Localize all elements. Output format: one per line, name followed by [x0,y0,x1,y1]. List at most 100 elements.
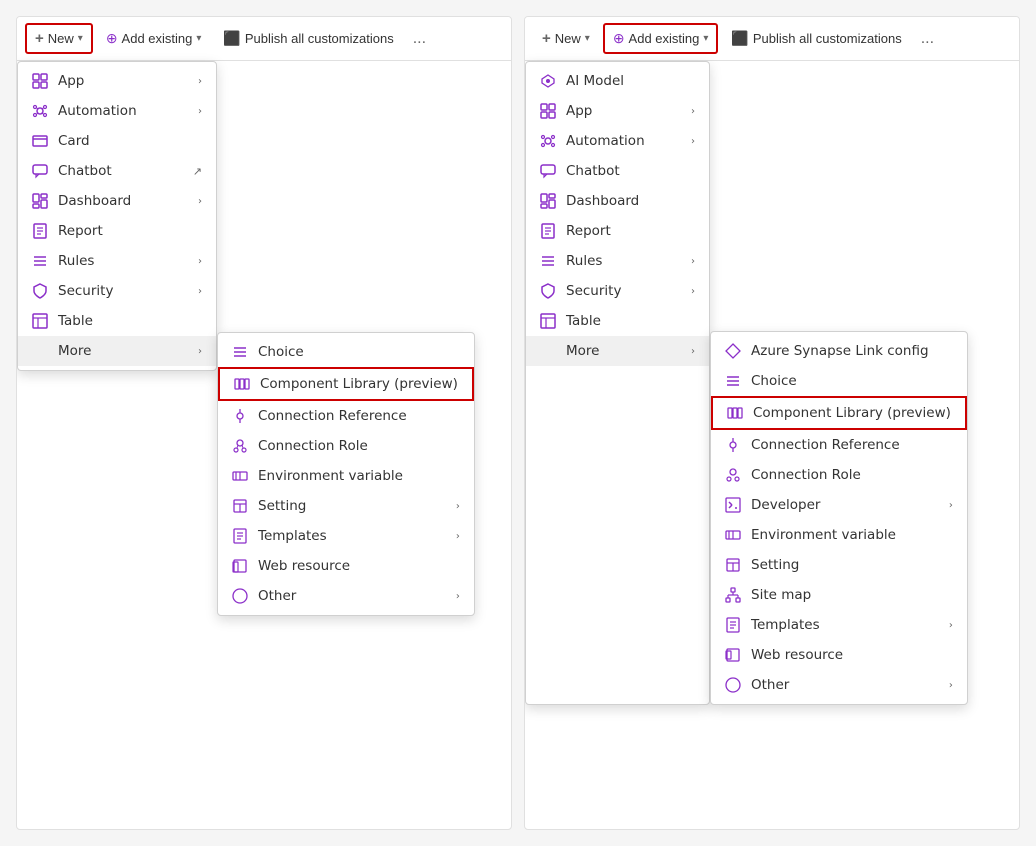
dashboard-label: Dashboard [58,193,188,209]
azure-icon [725,343,741,359]
publish-icon-2: ⬛ [731,30,748,47]
more-label: More [58,343,188,359]
p2-menu-table[interactable]: Table [526,306,709,336]
p2-sub-component[interactable]: Component Library (preview) [711,396,967,430]
p2-menu-app[interactable]: App › [526,96,709,126]
p2-sub-webres[interactable]: Web resource [711,640,967,670]
p2-security-icon [540,283,556,299]
p2-sub-envvar[interactable]: Environment variable [711,520,967,550]
p2-developer-label: Developer [751,497,939,513]
p2-menu-dashboard[interactable]: Dashboard [526,186,709,216]
menu-item-automation[interactable]: Automation › [18,96,216,126]
p2-sub-azure[interactable]: Azure Synapse Link config [711,336,967,366]
toolbar-more-button[interactable]: ... [407,25,432,53]
p2-sub-sitemap[interactable]: Site map [711,580,967,610]
submenu-templates[interactable]: Templates › [218,521,474,551]
p2-chatbot-icon [540,163,556,179]
p2-sub-templates[interactable]: Templates › [711,610,967,640]
p2-menu-automation[interactable]: Automation › [526,126,709,156]
add-existing-chevron-icon: ▾ [196,33,201,44]
new-button-2[interactable]: + New ▾ [533,24,599,53]
security-label: Security [58,283,188,299]
publish-label: Publish all customizations [245,31,394,46]
plus-icon-2: + [542,30,551,47]
submenu-component[interactable]: Component Library (preview) [218,367,474,401]
publish-button[interactable]: ⬛ Publish all customizations [214,24,402,53]
publish-button-2[interactable]: ⬛ Publish all customizations [722,24,910,53]
p2-more-label: More [566,343,681,359]
menu-item-chatbot[interactable]: Chatbot ↗ [18,156,216,186]
p2-table-label: Table [566,313,695,329]
p2-choice-icon [725,373,741,389]
p2-sub-connrole[interactable]: Connection Role [711,460,967,490]
p2-chatbot-label: Chatbot [566,163,695,179]
app-label: App [58,73,188,89]
p2-sitemap-icon [725,587,741,603]
p2-menu-security[interactable]: Security › [526,276,709,306]
menu-item-report[interactable]: Report [18,216,216,246]
other-icon [232,588,248,604]
p2-menu-rules[interactable]: Rules › [526,246,709,276]
add-existing-button-2[interactable]: ⊕ Add existing ▾ [603,23,719,54]
p2-menu-report[interactable]: Report [526,216,709,246]
p2-dashboard-icon [540,193,556,209]
p2-connref-label: Connection Reference [751,437,953,453]
aimodel-icon [540,73,556,89]
p2-developer-icon [725,497,741,513]
submenu-connref[interactable]: Connection Reference [218,401,474,431]
submenu-connrole[interactable]: Connection Role [218,431,474,461]
new-button[interactable]: + New ▾ [25,23,93,54]
p2-sub-choice[interactable]: Choice [711,366,967,396]
p2-menu-aimodel[interactable]: AI Model [526,66,709,96]
menu-item-app[interactable]: App › [18,66,216,96]
app-icon [32,73,48,89]
p2-sub-other[interactable]: Other › [711,670,967,700]
menu-item-security[interactable]: Security › [18,276,216,306]
p2-sitemap-label: Site map [751,587,953,603]
table-label: Table [58,313,202,329]
p2-dashboard-label: Dashboard [566,193,695,209]
menu-item-card[interactable]: Card [18,126,216,156]
submenu-other[interactable]: Other › [218,581,474,611]
p2-envvar-label: Environment variable [751,527,953,543]
new-chevron-icon-2: ▾ [585,33,590,44]
p2-automation-chevron-icon: › [691,136,695,147]
automation-icon [32,103,48,119]
p2-more-icon [540,343,556,359]
new-label-2: New [555,31,581,46]
toolbar-more-button-2[interactable]: ... [915,25,940,53]
p2-sub-developer[interactable]: Developer › [711,490,967,520]
add-existing-icon-2: ⊕ [613,30,625,47]
card-icon [32,133,48,149]
setting-chevron-icon: › [456,501,460,512]
p2-menu-chatbot[interactable]: Chatbot [526,156,709,186]
p2-sub-setting[interactable]: Setting [711,550,967,580]
menu-item-table[interactable]: Table [18,306,216,336]
setting-icon [232,498,248,514]
menu-item-dashboard[interactable]: Dashboard › [18,186,216,216]
chatbot-label: Chatbot [58,163,183,179]
submenu-webres[interactable]: Web resource [218,551,474,581]
panel2-dropdown-area: AI Model App › Automation › Cha [525,61,968,705]
menu-item-rules[interactable]: Rules › [18,246,216,276]
p2-choice-label: Choice [751,373,953,389]
submenu-envvar[interactable]: Environment variable [218,461,474,491]
report-icon [32,223,48,239]
other-chevron-icon: › [456,591,460,602]
p2-templates-label: Templates [751,617,939,633]
toolbar-2: + New ▾ ⊕ Add existing ▾ ⬛ Publish all c… [525,17,1019,61]
add-existing-icon: ⊕ [106,30,118,47]
submenu-setting[interactable]: Setting › [218,491,474,521]
setting-label: Setting [258,498,446,514]
p2-sub-connref[interactable]: Connection Reference [711,430,967,460]
main-menu-1: App › Automation › Card Chatbot [17,61,217,371]
submenu-choice[interactable]: Choice [218,337,474,367]
more-chevron-icon: › [198,346,202,357]
p2-connrole-icon [725,467,741,483]
menu-item-more[interactable]: More › [18,336,216,366]
p2-other-chevron-icon: › [949,680,953,691]
p2-menu-more[interactable]: More › [526,336,709,366]
p2-webres-icon [725,647,741,663]
connrole-label: Connection Role [258,438,460,454]
add-existing-button[interactable]: ⊕ Add existing ▾ [97,24,211,53]
